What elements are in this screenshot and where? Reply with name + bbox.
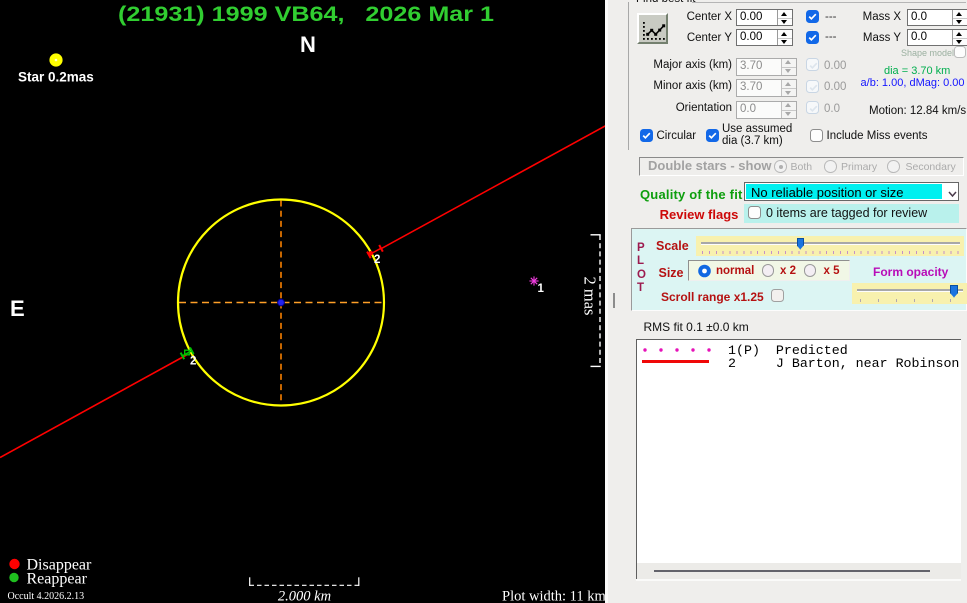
svg-text:E: E	[10, 296, 25, 321]
svg-text:2.000 km: 2.000 km	[278, 589, 331, 603]
svg-text:N: N	[300, 32, 316, 57]
svg-text:2: 2	[374, 254, 380, 266]
svg-text:Reappear: Reappear	[27, 571, 88, 588]
svg-text:(21931) 1999 VB64, 2026 Mar: (21931) 1999 VB64, 2026 Mar 1	[118, 3, 494, 26]
svg-text:1: 1	[538, 283, 545, 295]
svg-text:Occult 4.2026.2.13: Occult 4.2026.2.13	[8, 591, 85, 602]
svg-text:2: 2	[190, 356, 196, 368]
svg-text:2 mas: 2 mas	[581, 277, 600, 316]
svg-text:Star 0.2mas: Star 0.2mas	[18, 70, 94, 85]
svg-text:Plot width: 11 km: Plot width: 11 km	[502, 589, 605, 603]
